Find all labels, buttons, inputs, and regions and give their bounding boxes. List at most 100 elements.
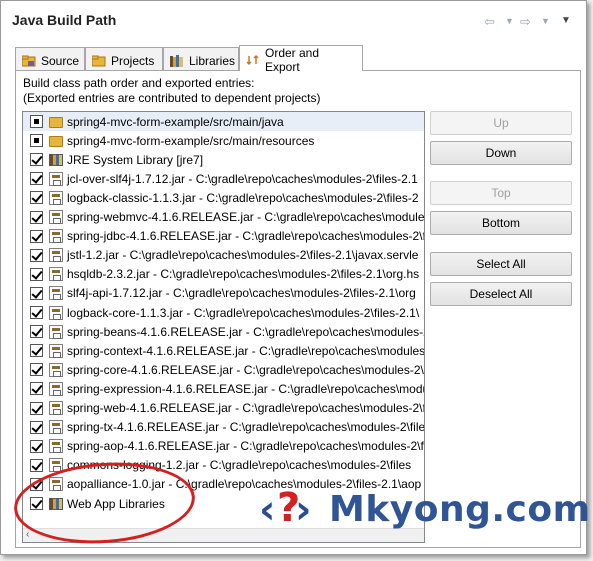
- watermark-text: Mkyong.com: [329, 488, 591, 530]
- export-checkbox[interactable]: [30, 115, 43, 128]
- export-checkbox[interactable]: [30, 229, 43, 243]
- classpath-entry-row[interactable]: logback-core-1.1.3.jar - C:\gradle\repo\…: [23, 303, 424, 322]
- forward-arrow-icon[interactable]: ⇨: [520, 14, 531, 30]
- classpath-entry-row[interactable]: spring-context-4.1.6.RELEASE.jar - C:\gr…: [23, 341, 424, 360]
- classpath-entry-label: spring4-mvc-form-example/src/main/resour…: [67, 133, 315, 148]
- top-button[interactable]: Top: [430, 181, 572, 205]
- classpath-entry-row[interactable]: spring4-mvc-form-example/src/main/java: [23, 112, 424, 131]
- classpath-entry-label: commons-logging-1.2.jar - C:\gradle\repo…: [67, 458, 412, 473]
- down-button[interactable]: Down: [430, 141, 572, 165]
- view-menu-icon[interactable]: ▼: [561, 15, 571, 26]
- export-checkbox[interactable]: [30, 134, 43, 148]
- source-folder-icon: [21, 55, 36, 67]
- tab-projects-label: Projects: [111, 53, 155, 68]
- classpath-entry-label: spring-jdbc-4.1.6.RELEASE.jar - C:\gradl…: [67, 229, 425, 244]
- classpath-entry-label: logback-classic-1.1.3.jar - C:\gradle\re…: [67, 190, 419, 205]
- tab-bar: Source Projects Libraries Order and Expo…: [15, 45, 575, 74]
- classpath-entry-row[interactable]: JRE System Library [jre7]: [23, 150, 424, 169]
- jar-icon: [49, 343, 63, 358]
- export-checkbox[interactable]: [30, 497, 43, 510]
- export-checkbox[interactable]: [30, 344, 43, 358]
- classpath-entry-label: spring-context-4.1.6.RELEASE.jar - C:\gr…: [67, 343, 425, 358]
- classpath-entry-row[interactable]: hsqldb-2.3.2.jar - C:\gradle\repo\caches…: [23, 265, 424, 284]
- description-line-2: (Exported entries are contributed to dep…: [23, 91, 321, 105]
- export-checkbox[interactable]: [30, 286, 43, 300]
- jar-icon: [49, 381, 63, 396]
- jar-icon: [49, 267, 63, 282]
- classpath-entry-label: spring-tx-4.1.6.RELEASE.jar - C:\gradle\…: [67, 420, 425, 435]
- classpath-entry-label: hsqldb-2.3.2.jar - C:\gradle\repo\caches…: [67, 267, 420, 282]
- classpath-entry-row[interactable]: spring-jdbc-4.1.6.RELEASE.jar - C:\gradl…: [23, 227, 424, 246]
- back-dropdown-icon[interactable]: ▼: [505, 16, 514, 26]
- classpath-entry-row[interactable]: spring-tx-4.1.6.RELEASE.jar - C:\gradle\…: [23, 418, 424, 437]
- export-checkbox[interactable]: [30, 363, 43, 377]
- export-checkbox[interactable]: [30, 191, 43, 205]
- jar-icon: [49, 286, 63, 301]
- tab-projects[interactable]: Projects: [85, 47, 163, 70]
- export-checkbox[interactable]: [30, 267, 43, 281]
- classpath-entry-row[interactable]: jcl-over-slf4j-1.7.12.jar - C:\gradle\re…: [23, 169, 424, 188]
- export-checkbox[interactable]: [30, 382, 43, 396]
- jar-icon: [49, 229, 63, 244]
- export-checkbox[interactable]: [30, 439, 43, 453]
- classpath-entry-label: spring4-mvc-form-example/src/main/java: [67, 114, 284, 129]
- classpath-entry-row[interactable]: spring-beans-4.1.6.RELEASE.jar - C:\grad…: [23, 322, 424, 341]
- mkyong-logo-icon: ‹? ›: [259, 485, 312, 533]
- jar-icon: [49, 477, 63, 492]
- library-icon: [49, 498, 63, 510]
- classpath-entry-label: spring-webmvc-4.1.6.RELEASE.jar - C:\gra…: [67, 210, 425, 224]
- forward-dropdown-icon[interactable]: ▼: [541, 16, 550, 26]
- export-checkbox[interactable]: [30, 477, 43, 491]
- bottom-button[interactable]: Bottom: [430, 211, 572, 235]
- order-export-icon: [246, 54, 260, 66]
- jar-icon: [49, 362, 63, 377]
- export-checkbox[interactable]: [30, 420, 43, 434]
- order-and-export-panel: Build class path order and exported entr…: [15, 70, 581, 548]
- tab-source[interactable]: Source: [15, 47, 85, 70]
- classpath-entry-label: spring-aop-4.1.6.RELEASE.jar - C:\gradle…: [67, 439, 425, 454]
- export-checkbox[interactable]: [30, 325, 43, 339]
- title-bar: Java Build Path ⇦ ▼ ⇨ ▼ ▼: [1, 1, 586, 39]
- export-checkbox[interactable]: [30, 248, 43, 262]
- classpath-entry-row[interactable]: jstl-1.2.jar - C:\gradle\repo\caches\mod…: [23, 246, 424, 265]
- jar-icon: [49, 401, 63, 415]
- java-build-path-dialog: Java Build Path ⇦ ▼ ⇨ ▼ ▼ Source Project…: [0, 0, 590, 555]
- back-arrow-icon[interactable]: ⇦: [484, 14, 495, 30]
- classpath-entry-row[interactable]: spring-aop-4.1.6.RELEASE.jar - C:\gradle…: [23, 437, 424, 456]
- classpath-entry-label: spring-core-4.1.6.RELEASE.jar - C:\gradl…: [67, 362, 425, 377]
- jar-icon: [49, 439, 63, 454]
- classpath-entry-row[interactable]: spring-expression-4.1.6.RELEASE.jar - C:…: [23, 379, 424, 398]
- classpath-entry-row[interactable]: spring-core-4.1.6.RELEASE.jar - C:\gradl…: [23, 360, 424, 379]
- classpath-entry-row[interactable]: logback-classic-1.1.3.jar - C:\gradle\re…: [23, 188, 424, 207]
- source-folder-icon: [49, 117, 63, 128]
- panel-description: Build class path order and exported entr…: [23, 76, 321, 106]
- up-button[interactable]: Up: [430, 111, 572, 135]
- classpath-entry-row[interactable]: commons-logging-1.2.jar - C:\gradle\repo…: [23, 456, 424, 475]
- classpath-entry-row[interactable]: slf4j-api-1.7.12.jar - C:\gradle\repo\ca…: [23, 284, 424, 303]
- export-checkbox[interactable]: [30, 210, 43, 224]
- scroll-left-icon[interactable]: ‹: [26, 529, 29, 540]
- jar-icon: [49, 190, 63, 205]
- export-checkbox[interactable]: [30, 172, 43, 186]
- classpath-entry-row[interactable]: spring-webmvc-4.1.6.RELEASE.jar - C:\gra…: [23, 208, 424, 227]
- tab-order-and-export[interactable]: Order and Export: [239, 45, 363, 74]
- export-checkbox[interactable]: [30, 153, 43, 167]
- export-checkbox[interactable]: [30, 401, 43, 415]
- source-folder-icon: [49, 136, 63, 148]
- export-checkbox[interactable]: [30, 458, 43, 472]
- classpath-entry-list[interactable]: spring4-mvc-form-example/src/main/java sp…: [22, 111, 425, 543]
- classpath-entry-label: spring-beans-4.1.6.RELEASE.jar - C:\grad…: [67, 324, 425, 339]
- classpath-entry-label: logback-core-1.1.3.jar - C:\gradle\repo\…: [67, 305, 420, 320]
- description-line-1: Build class path order and exported entr…: [23, 76, 255, 90]
- classpath-entry-row[interactable]: spring4-mvc-form-example/src/main/resour…: [23, 131, 424, 150]
- jar-icon: [49, 458, 63, 473]
- select-all-button[interactable]: Select All: [430, 252, 572, 276]
- library-icon: [49, 154, 63, 167]
- export-checkbox[interactable]: [30, 306, 43, 319]
- dialog-title: Java Build Path: [12, 12, 117, 28]
- tab-libraries[interactable]: Libraries: [163, 47, 239, 70]
- deselect-all-button[interactable]: Deselect All: [430, 282, 572, 306]
- tab-order-and-export-label: Order and Export: [265, 46, 320, 74]
- tab-libraries-label: Libraries: [189, 53, 236, 68]
- classpath-entry-row[interactable]: spring-web-4.1.6.RELEASE.jar - C:\gradle…: [23, 399, 424, 418]
